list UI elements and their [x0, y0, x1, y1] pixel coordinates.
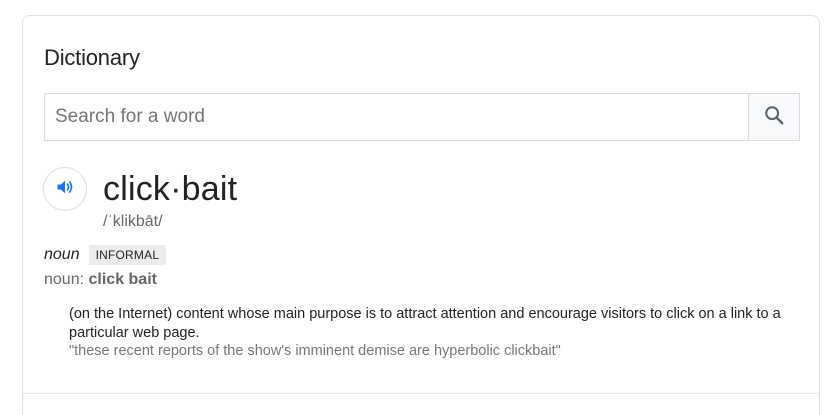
search-box — [44, 93, 800, 141]
definition-text: (on the Internet) content whose main pur… — [69, 306, 781, 341]
phonetic-spelling: /ˈklikbāt/ — [103, 213, 163, 230]
divider — [23, 393, 819, 394]
pronounce-button[interactable] — [43, 167, 87, 211]
card-title: Dictionary — [44, 45, 140, 70]
register-badge: INFORMAL — [88, 245, 167, 265]
example-sentence: "these recent reports of the show's immi… — [69, 343, 561, 359]
search-button[interactable] — [748, 94, 799, 140]
part-of-speech-row: noun INFORMAL — [44, 245, 167, 265]
headword: click·bait — [103, 170, 238, 208]
forms-label: noun: — [44, 271, 85, 288]
word-forms: noun: click bait — [44, 271, 157, 289]
forms-value: click bait — [88, 271, 157, 288]
part-of-speech: noun — [44, 246, 80, 263]
dictionary-card: Dictionary click·bait /ˈklikbāt/ noun IN… — [22, 15, 820, 415]
search-icon — [763, 104, 785, 131]
speaker-icon — [55, 177, 75, 202]
search-input[interactable] — [45, 94, 748, 140]
